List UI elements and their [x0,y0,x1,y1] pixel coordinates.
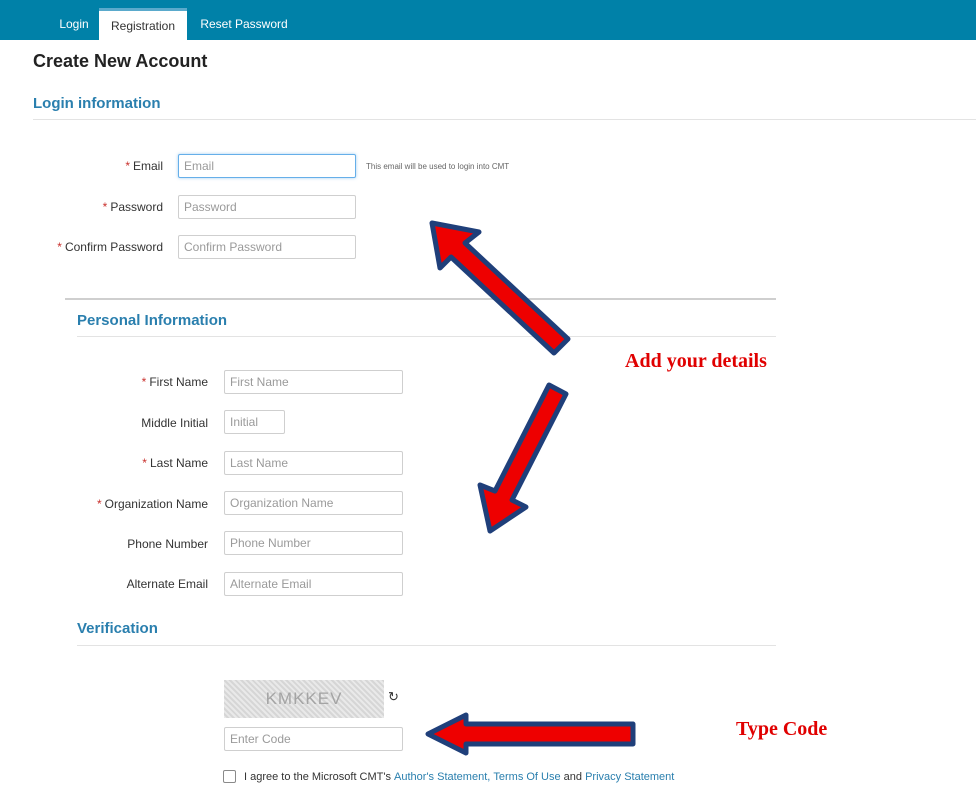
email-field[interactable] [178,154,356,178]
required-marker: * [142,456,147,470]
section-divider [33,119,976,120]
password-field[interactable] [178,195,356,219]
organization-field[interactable] [224,491,403,515]
captcha-image: KMKKEV [224,680,384,718]
captcha-code-field[interactable] [224,727,403,751]
annotation-type-code: Type Code [736,718,828,740]
email-hint: This email will be used to login into CM… [366,162,510,171]
section-title-login: Login information [33,95,161,112]
required-marker: * [96,497,102,511]
required-marker: * [102,200,108,214]
required-marker: * [57,240,62,254]
phone-field[interactable] [224,531,403,555]
section-separator [65,298,776,300]
authors-statement-link[interactable]: Author's Statement, [394,771,490,783]
alternate-email-field[interactable] [224,572,403,596]
phone-label: Phone Number [127,537,208,551]
agreement-text: I agree to the Microsoft CMT's [244,770,391,783]
tab-login[interactable]: Login [50,8,98,44]
refresh-icon[interactable]: ↻ [388,689,399,705]
organization-label: * Organization Name [96,497,208,511]
required-marker: * [125,159,130,173]
middle-initial-field[interactable] [224,410,285,434]
last-name-label: * Last Name [142,456,208,470]
confirm-password-field[interactable] [178,235,356,259]
tab-reset-password[interactable]: Reset Password [190,8,298,44]
required-marker: * [141,375,147,389]
agree-checkbox[interactable] [223,770,236,783]
section-divider [77,645,776,646]
password-label: * Password [102,200,163,214]
privacy-statement-link[interactable]: Privacy Statement [585,771,674,783]
terms-of-use-link[interactable]: Terms Of Use [493,771,560,783]
arrow-left [425,712,636,756]
section-title-verification: Verification [77,620,158,637]
top-nav-bar: Login Registration Reset Password [0,0,976,44]
middle-initial-label: Middle Initial [141,416,208,430]
first-name-field[interactable] [224,370,403,394]
arrow-up-left [429,220,571,356]
agreement-and: and [563,770,583,783]
email-label: * Email [125,159,163,173]
alternate-email-label: Alternate Email [126,577,208,591]
section-title-personal: Personal Information [77,312,228,329]
annotation-add-details: Add your details [625,350,767,372]
first-name-label: * First Name [141,375,208,389]
page-title: Create New Account [33,51,208,71]
confirm-password-label: * Confirm Password [57,240,163,254]
section-divider [77,336,776,337]
arrow-down-left [477,382,569,534]
last-name-field[interactable] [224,451,403,475]
agreement-row: I agree to the Microsoft CMT's Author's … [223,770,674,783]
tab-registration[interactable]: Registration [99,8,187,44]
